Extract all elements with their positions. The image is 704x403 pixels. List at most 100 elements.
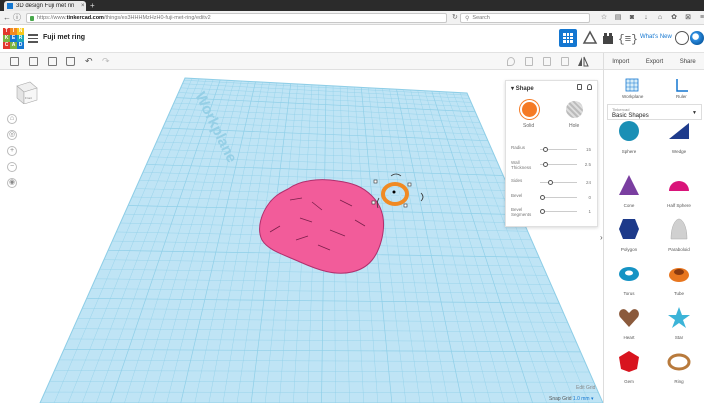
reload-icon[interactable]: ↻ [452,13,458,21]
shape-tile[interactable]: Tube [654,255,704,299]
home-view-icon[interactable]: ⌂ [7,114,17,124]
browser-search-box[interactable]: ⚲ [460,13,590,23]
prop-slider[interactable] [540,209,577,214]
prop-value[interactable]: 2.5 [585,162,591,167]
shape-tile[interactable]: Torus [604,255,654,299]
shape-tile[interactable]: Ring [654,343,704,387]
puzzle-icon[interactable]: ⊠ [684,13,692,22]
visibility-bulb-icon[interactable] [587,84,592,90]
logo-letter: D [17,42,24,49]
prop-value[interactable]: 24 [586,180,591,185]
shape-tile-label: Torus [623,291,635,296]
paste-icon[interactable] [29,57,38,66]
logo-letter: I [10,28,17,35]
browser-tab[interactable]: 3D design Fuji met rin × [4,1,86,11]
import-button[interactable]: Import [612,59,629,65]
solid-color-button[interactable] [520,100,539,119]
shape-thumbnail-icon [670,218,688,240]
shape-thumbnail-icon [619,121,639,141]
tinkercad-favicon-icon [7,3,13,9]
shape-thumbnail-icon [619,267,639,281]
copy-icon[interactable] [10,57,19,66]
shape-tile[interactable]: Sphere [604,113,654,157]
slider-handle[interactable] [540,195,545,200]
shape-tile[interactable]: Polygon [604,211,654,255]
hamburger-menu-icon[interactable]: ≡ [698,13,704,22]
redo-icon[interactable]: ↷ [102,56,110,66]
ruler-tool-label[interactable]: Ruler [676,94,687,99]
fit-view-icon[interactable]: ◎ [7,130,17,140]
duplicate-icon[interactable] [48,57,57,66]
download-icon[interactable]: ↓ [642,13,650,22]
shape-tile[interactable]: Half Sphere [654,167,704,211]
prop-slider[interactable] [540,162,577,167]
info-icon[interactable]: ⓘ [12,13,22,23]
zoom-in-icon[interactable]: + [7,146,17,156]
snap-grid-control[interactable]: Snap Grid 1.0 mm ▾ [549,396,593,402]
shape-tile[interactable]: Wedge [654,113,704,157]
slider-handle[interactable] [548,180,553,185]
snap-grid-value[interactable]: 1.0 mm ▾ [573,396,594,402]
workplane-tool-label[interactable]: Workplane [622,94,643,99]
new-tab-button[interactable]: + [90,1,95,10]
prop-value[interactable]: 15 [586,147,591,152]
home-icon[interactable]: ⌂ [656,13,664,22]
pocket-icon[interactable]: ◙ [628,13,636,22]
shape-tile-label: Heart [623,335,635,340]
shape-tile[interactable]: Star [654,299,704,343]
note-pin-icon[interactable] [507,57,515,66]
reading-list-icon[interactable]: ▤ [614,13,622,22]
shape-tile[interactable]: Paraboloid [654,211,704,255]
show-all-icon[interactable] [525,57,533,66]
shape-thumbnail-icon [619,175,639,195]
address-bar[interactable]: https://www.tinkercad.com/things/es3HHHM… [26,13,447,23]
ortho-view-icon[interactable]: ◉ [7,178,17,188]
align-icon[interactable] [561,57,569,66]
category-source: Tinkercad [612,107,630,112]
close-tab-icon[interactable]: × [81,3,85,9]
design-title[interactable]: Fuji met ring [43,34,85,41]
export-button[interactable]: Export [646,59,663,65]
view-cube[interactable]: Front [14,80,38,104]
design-menu-icon[interactable] [28,34,38,43]
prop-slider[interactable] [540,180,577,185]
bookmark-star-icon[interactable]: ☆ [600,13,608,22]
blocks-icon[interactable] [581,29,599,47]
workplane-tool-icon[interactable] [624,77,640,93]
ruler-tool-icon[interactable] [674,77,690,93]
prop-value[interactable]: 0 [588,195,591,200]
tinkercad-logo[interactable]: TINKERCAD [3,28,24,49]
shape-tile[interactable]: Heart [604,299,654,343]
search-input[interactable] [472,15,583,21]
whats-new-link[interactable]: What's New [640,34,672,40]
codeblocks-icon[interactable]: {≡} [617,29,637,47]
prop-slider[interactable] [540,195,577,200]
shape-thumbnail-icon [667,353,691,371]
inspector-title[interactable]: ▾ Shape [511,85,534,92]
slider-handle[interactable] [542,162,548,167]
3d-view-button[interactable] [559,29,577,47]
shape-tile[interactable]: Gem [604,343,654,387]
shape-tile-label: Tube [673,291,685,296]
extension-icon[interactable]: ✿ [670,13,678,22]
delete-trash-icon[interactable] [66,57,75,66]
zoom-out-icon[interactable]: − [7,162,17,172]
edit-grid-link[interactable]: Edit Grid [576,385,595,391]
logo-letter: C [3,42,10,49]
slider-handle[interactable] [540,209,545,214]
undo-icon[interactable]: ↶ [85,56,93,66]
share-button[interactable]: Share [680,59,696,65]
bricks-icon[interactable] [601,29,615,47]
prop-slider[interactable] [540,147,577,152]
shape-thumbnail-icon [669,268,689,282]
lock-icon[interactable] [577,84,582,90]
slider-handle[interactable] [542,147,548,152]
group-icon[interactable] [543,57,551,66]
profile-orb-icon[interactable] [690,31,704,45]
prop-value[interactable]: 1 [588,209,591,214]
mirror-icon[interactable] [577,56,589,67]
user-avatar-icon[interactable] [675,31,689,45]
back-arrow-icon[interactable]: ← [2,13,12,23]
hole-button[interactable] [566,101,583,118]
shape-tile[interactable]: Cone [604,167,654,211]
